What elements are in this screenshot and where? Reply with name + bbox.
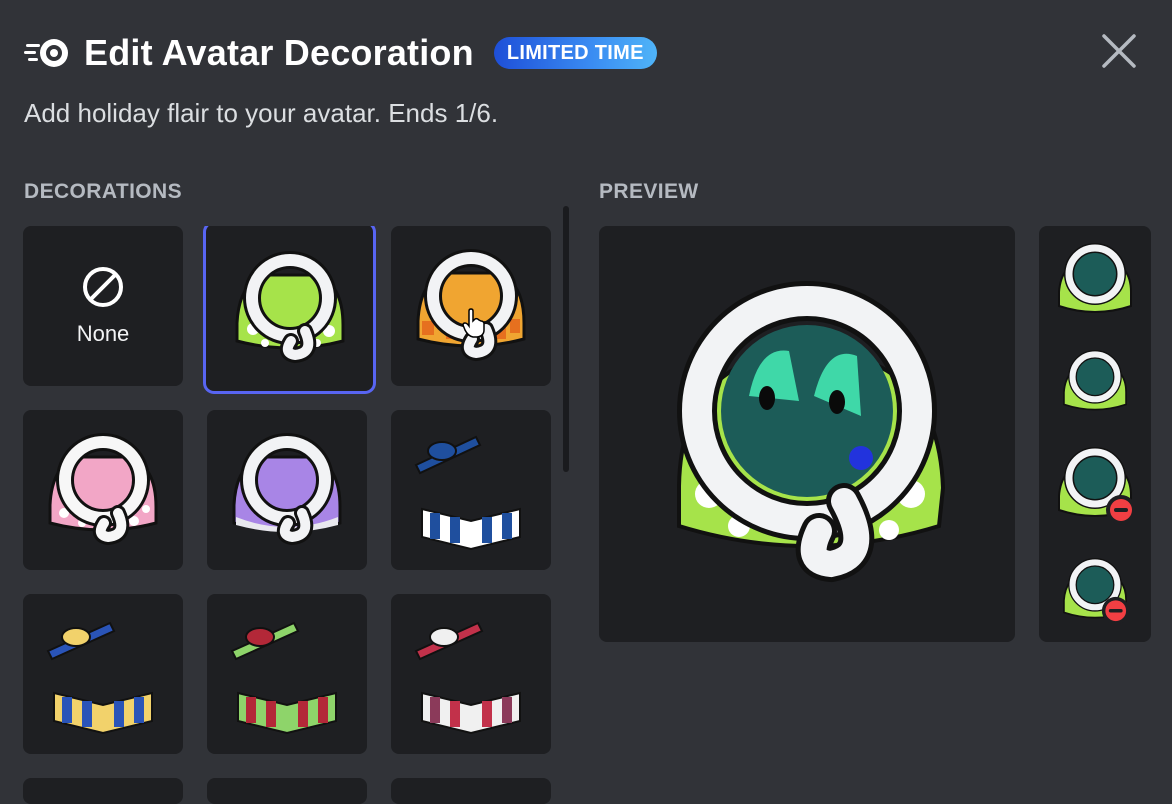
decoration-partial-1[interactable] — [23, 778, 183, 804]
limited-time-badge: LIMITED TIME — [493, 37, 657, 69]
decoration-scarf-orange[interactable] — [391, 226, 551, 386]
gift-box-decoration-icon — [414, 435, 521, 551]
avatar-preview-small — [1058, 243, 1132, 313]
gift-box-decoration-icon — [414, 621, 521, 735]
gift-box-decoration-icon — [230, 621, 337, 735]
gift-box-decoration-icon — [46, 621, 153, 735]
scarf-decoration-icon — [235, 250, 344, 363]
decorations-heading: DECORATIONS — [24, 180, 183, 203]
decoration-gift-yellow[interactable] — [23, 594, 183, 754]
decoration-scarf-purple[interactable] — [207, 410, 367, 570]
decoration-gift-white-red[interactable] — [391, 594, 551, 754]
decoration-gift-blue[interactable] — [391, 410, 551, 570]
preview-sizes-column — [1039, 226, 1151, 642]
close-button[interactable] — [1098, 30, 1140, 72]
block-icon — [83, 267, 123, 307]
decoration-partial-2[interactable] — [207, 778, 367, 804]
scrollbar[interactable] — [563, 206, 569, 472]
avatar-preview-dnd — [1063, 558, 1130, 625]
nitro-icon — [24, 29, 72, 77]
close-icon — [1102, 34, 1136, 68]
avatar-preview-dnd — [1058, 447, 1136, 525]
modal-subtitle: Add holiday flair to your avatar. Ends 1… — [24, 98, 499, 128]
scarf-decoration-icon — [48, 433, 158, 546]
scarf-decoration-icon — [416, 249, 526, 362]
decoration-scarf-pink[interactable] — [23, 410, 183, 570]
hand-cursor-icon — [462, 308, 485, 338]
modal-title: Edit Avatar Decoration — [84, 32, 474, 73]
decoration-none-label: None — [76, 321, 130, 346]
modal-header: Edit Avatar Decoration LIMITED TIME — [24, 28, 657, 78]
decoration-scarf-green[interactable] — [206, 226, 373, 391]
decoration-gift-red-green[interactable] — [207, 594, 367, 754]
decorations-grid: None — [23, 226, 553, 804]
avatar-preview-small — [1063, 350, 1127, 411]
scarf-decoration-icon — [232, 433, 342, 546]
decoration-none[interactable]: None — [23, 226, 183, 386]
preview-large — [599, 226, 1015, 642]
preview-heading: PREVIEW — [599, 180, 699, 203]
decoration-partial-3[interactable] — [391, 778, 551, 804]
avatar-preview — [677, 281, 946, 583]
